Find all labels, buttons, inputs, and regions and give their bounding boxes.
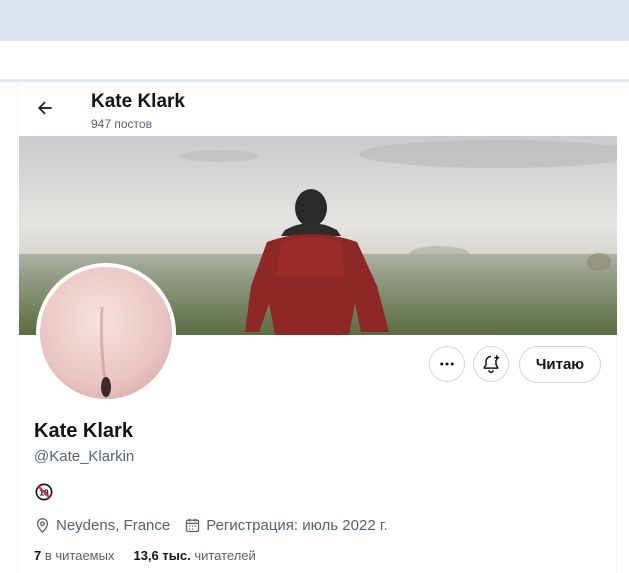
following-count: 7 [34,547,42,563]
browser-toolbar [0,0,629,41]
following-link[interactable]: 7 в читаемых [34,548,114,563]
profile-header: Kate Klark 947 постов [18,82,618,136]
more-options-button[interactable] [429,346,465,382]
display-name: Kate Klark [34,420,133,442]
back-button[interactable] [30,93,60,123]
following-button[interactable]: Читаю [519,346,601,383]
joined-item: Регистрация: июль 2022 г. [184,516,388,534]
location-pin-icon [36,517,49,533]
followers-label: читателей [194,547,256,563]
avatar-photo [40,267,172,399]
location-text: Neydens, France [56,516,171,534]
profile-column: Kate Klark 947 постов Читаю Kate Klark @… [17,82,618,573]
bell-plus-icon [483,355,500,374]
notifications-button[interactable] [473,346,509,382]
browser-strip [0,41,629,79]
followers-count: 13,6 тыс. [133,547,191,563]
location-item: Neydens, France [34,517,170,534]
joined-text: Регистрация: июль 2022 г. [206,516,388,534]
follow-stats: 7 в читаемых 13,6 тыс. читателей [34,545,275,565]
arrow-left-icon [38,101,52,115]
header-title: Kate Klark [91,91,185,112]
calendar-icon [186,518,200,532]
avatar[interactable] [36,263,176,403]
adults-only-18-icon: 18 [35,483,53,501]
user-handle: @Kate_Klarkin [34,448,135,465]
followers-link[interactable]: 13,6 тыс. читателей [133,548,255,563]
profile-meta: Neydens, France Регистрация: июль 2022 г… [34,514,402,536]
posts-count: 947 постов [91,117,152,131]
more-dots-icon [440,362,454,366]
following-label: в читаемых [44,547,115,563]
